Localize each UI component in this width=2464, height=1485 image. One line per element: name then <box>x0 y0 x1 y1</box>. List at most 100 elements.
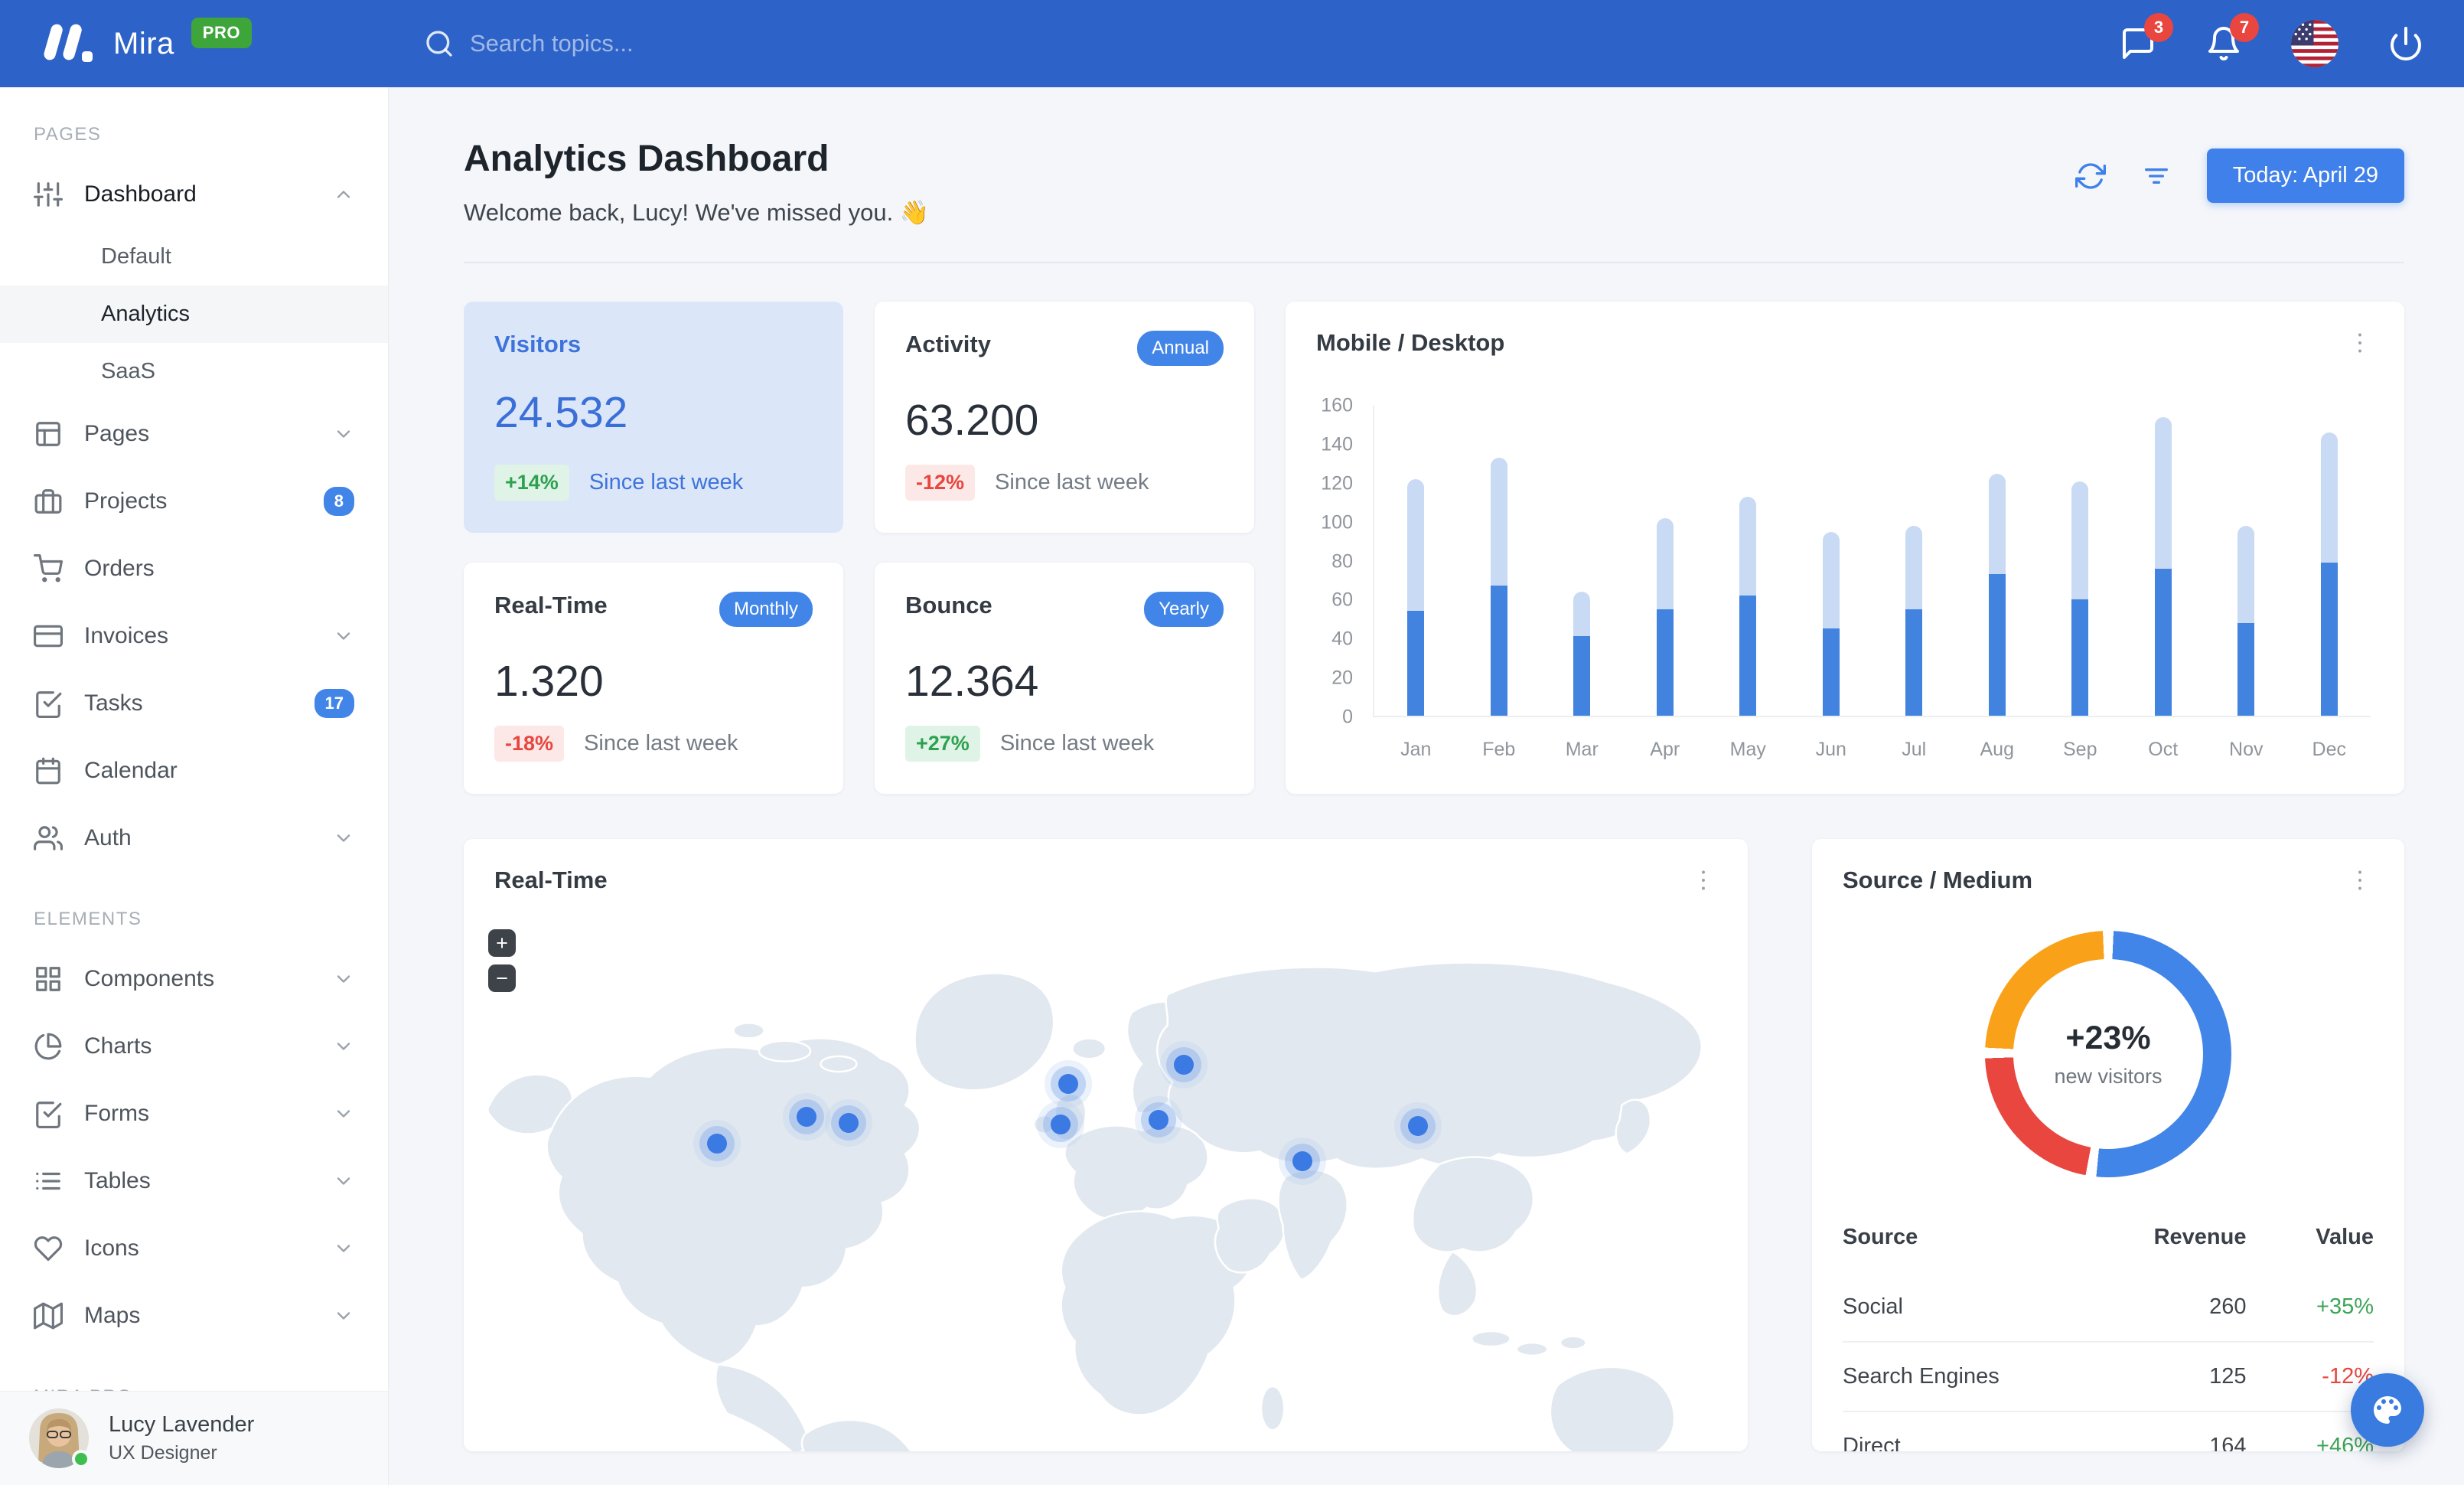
y-axis-tick: 20 <box>1331 667 1353 689</box>
stat-delta-badge: +14% <box>494 465 569 501</box>
navbar-actions: 3 7 <box>2120 13 2424 67</box>
mobile-desktop-chart-card: Mobile / Desktop 0 20 40 60 80 100 120 140 160 J… <box>1286 302 2404 794</box>
filter-button[interactable] <box>2141 161 2172 191</box>
more-vertical-icon <box>2346 333 2374 360</box>
stat-card-real-time: Real-Time Monthly 1.320 -18% Since last … <box>464 563 843 794</box>
donut-chart-wrap: +23% new visitors <box>1985 931 2231 1177</box>
stat-period-badge[interactable]: Yearly <box>1144 592 1224 627</box>
map-marker-russia-west <box>1174 1054 1195 1075</box>
sidebar-subitem-saas[interactable]: SaaS <box>0 343 388 400</box>
pie-chart-icon <box>34 1032 63 1061</box>
stat-period-badge[interactable]: Annual <box>1137 331 1224 366</box>
x-axis-label: Jan <box>1400 739 1432 760</box>
x-axis-label: Oct <box>2148 739 2179 760</box>
sidebar-user[interactable]: Lucy Lavender UX Designer <box>0 1391 388 1485</box>
x-axis-label: Mar <box>1565 739 1599 760</box>
date-range-button[interactable]: Today: April 29 <box>2206 148 2404 203</box>
main-content: Analytics Dashboard Welcome back, Lucy! … <box>389 87 2464 1485</box>
notifications-button[interactable]: 7 <box>2205 13 2259 62</box>
bar-may: May <box>1730 406 1766 760</box>
map-menu-button[interactable] <box>1690 867 1717 894</box>
users-icon <box>34 824 63 853</box>
sidebar-item-auth[interactable]: Auth <box>0 805 388 872</box>
map-zoom-in-button[interactable]: + <box>488 929 516 957</box>
map-marker-us-central <box>797 1106 817 1127</box>
refresh-button[interactable] <box>2075 161 2106 191</box>
chart-menu-button[interactable] <box>2346 329 2374 357</box>
bar-sep: Sep <box>2063 406 2097 760</box>
search-icon <box>424 28 455 59</box>
stat-delta-badge: -12% <box>905 465 976 501</box>
refresh-icon <box>2075 162 2106 194</box>
table-row-social: Social 260 +35% <box>1843 1273 2374 1342</box>
stat-caption: Since last week <box>588 470 744 494</box>
bar-mar: Mar <box>1566 406 1599 760</box>
map-marker-uk <box>1058 1073 1079 1094</box>
language-flag-button[interactable] <box>2291 20 2339 67</box>
sidebar-item-pages[interactable]: Pages <box>0 400 388 468</box>
donut-center-label: new visitors <box>2054 1065 2163 1088</box>
stat-delta-badge: +27% <box>905 726 980 762</box>
chevron-down-icon <box>333 1103 354 1124</box>
page-title: Analytics Dashboard <box>464 139 829 179</box>
y-axis-tick: 120 <box>1321 472 1353 494</box>
search-input[interactable] <box>470 30 944 57</box>
sidebar-item-components[interactable]: Components <box>0 945 388 1013</box>
y-axis-tick: 160 <box>1321 394 1353 416</box>
y-axis-tick: 60 <box>1331 589 1353 611</box>
chevron-down-icon <box>333 1305 354 1327</box>
y-axis-tick: 100 <box>1321 511 1353 534</box>
list-icon <box>34 1167 63 1196</box>
palette-icon <box>2374 1396 2401 1424</box>
sidebar-item-icons[interactable]: Icons <box>0 1215 388 1282</box>
cell-source: Search Engines <box>1843 1341 2088 1412</box>
bar-chart-plot: Jan Feb Mar Apr May Jun Jul Aug Sep Oct Nov Dec <box>1373 406 2371 760</box>
messages-button[interactable]: 3 <box>2120 13 2173 62</box>
real-time-map-card: Real-Time + − <box>464 839 1748 1451</box>
power-icon <box>2387 27 2424 65</box>
brand-name: Mira <box>113 26 174 60</box>
bar-chart: 0 20 40 60 80 100 120 140 160 Jan Feb Mar Apr May Jun… <box>1286 357 2404 760</box>
x-axis-label: Aug <box>1980 739 2014 760</box>
sidebar-subitem-default[interactable]: Default <box>0 228 388 286</box>
sidebar-item-forms[interactable]: Forms <box>0 1080 388 1147</box>
stat-period-badge[interactable]: Monthly <box>719 592 813 627</box>
sidebar-item-maps[interactable]: Maps <box>0 1282 388 1350</box>
x-axis-label: Jul <box>1902 739 1927 760</box>
user-name: Lucy Lavender <box>109 1412 255 1437</box>
stat-value: 24.532 <box>494 388 628 437</box>
chevron-down-icon <box>333 1170 354 1192</box>
logout-button[interactable] <box>2387 25 2424 62</box>
sidebar-item-calendar[interactable]: Calendar <box>0 737 388 805</box>
bar-nov: Nov <box>2229 406 2263 760</box>
map-marker-central-europe <box>1148 1110 1168 1131</box>
x-axis-label: Nov <box>2229 739 2264 760</box>
bar-aug: Aug <box>1980 406 2014 760</box>
x-axis-label: Feb <box>1482 739 1516 760</box>
sidebar-item-tables[interactable]: Tables <box>0 1147 388 1215</box>
sidebar-item-dashboard[interactable]: Dashboard <box>0 161 388 228</box>
map-zoom-out-button[interactable]: − <box>488 964 516 992</box>
x-axis-label: Dec <box>2312 739 2346 760</box>
sidebar-item-orders[interactable]: Orders <box>0 535 388 602</box>
table-row-direct: Direct 164 +46% <box>1843 1411 2374 1451</box>
sidebar-item-invoices[interactable]: Invoices <box>0 602 388 670</box>
source-menu-button[interactable] <box>2346 867 2374 894</box>
theme-settings-button[interactable] <box>2351 1373 2424 1447</box>
stat-title: Visitors <box>494 331 582 357</box>
heart-icon <box>34 1234 63 1263</box>
cell-revenue: 260 <box>2209 1294 2247 1319</box>
sidebar-nav: PAGES Dashboard Default Analytics SaaS Pages P… <box>0 87 388 1423</box>
sidebar-item-projects[interactable]: Projects 8 <box>0 468 388 535</box>
sidebar-item-tasks[interactable]: Tasks 17 <box>0 670 388 737</box>
filter-icon <box>2141 168 2172 194</box>
us-flag-icon <box>2291 20 2339 67</box>
brand[interactable]: Mira PRO <box>40 18 387 65</box>
y-axis-tick: 80 <box>1331 550 1353 572</box>
sidebar: PAGES Dashboard Default Analytics SaaS Pages P… <box>0 87 389 1485</box>
stat-value: 12.364 <box>905 657 1039 706</box>
stat-card-activity: Activity Annual 63.200 -12% Since last w… <box>875 302 1254 533</box>
y-axis-tick: 140 <box>1321 433 1353 455</box>
sidebar-subitem-analytics[interactable]: Analytics <box>0 286 388 343</box>
sidebar-item-charts[interactable]: Charts <box>0 1013 388 1080</box>
